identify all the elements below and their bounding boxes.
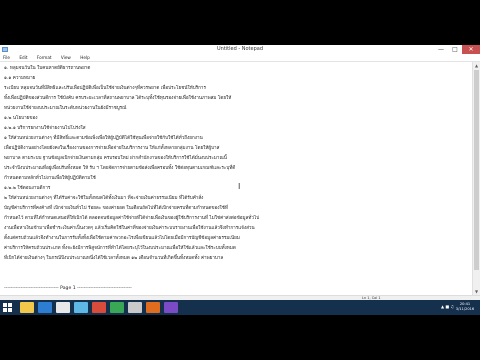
text-line: พยาบาล ตามระบบ ฐานข้อมูลเบิกจ่ายเงินตามก… — [4, 156, 227, 161]
scroll-thumb[interactable] — [474, 70, 479, 270]
text-line: บัญชีค่าบริการที่คงค้างที่ เบิกจ่ายเงินท… — [4, 206, 228, 211]
text-line: งานเพื่อหาเงินเข้ามาเพื่อชำระเงินค่าเป็น… — [4, 226, 255, 231]
notepad-taskbar-icon[interactable] — [128, 302, 142, 313]
app-taskbar-icon[interactable] — [146, 302, 160, 313]
internet-explorer-icon[interactable] — [38, 302, 52, 313]
desktop-screen: Untitled - Notepad — □ ✕ File Edit Forma… — [0, 45, 480, 315]
text-line — [4, 264, 472, 274]
text-line: ค่าบริการให้ครบถ้วนประเภท ทั้งจะยังมีการ… — [4, 246, 236, 251]
menu-format[interactable]: Format — [37, 54, 52, 61]
vertical-scrollbar[interactable]: ▲ ▼ — [472, 62, 480, 295]
text-line: เพื่อปฏิบัติงานอย่างโดยยังคงในเรื่องงานข… — [4, 146, 220, 151]
text-line: ตั้งแต่ครบถ้วนแล้วจึงทำงานในการรับทั้งทั… — [4, 236, 240, 241]
media-player-icon[interactable] — [92, 302, 106, 313]
clock-date: 3/11/2016 — [455, 307, 475, 311]
text-cursor-icon: I — [238, 182, 241, 191]
start-button[interactable] — [3, 303, 13, 312]
chrome-icon[interactable] — [56, 302, 70, 313]
store-icon[interactable] — [74, 302, 88, 313]
text-line: ระเบียบ หลุมจนวันที่มีสิทธิและปรับเพื่อป… — [4, 86, 206, 91]
text-line: ประจำปีงบประมาณที่อยู่เพื่อปรับทั้งหมด ใ… — [4, 166, 236, 171]
maximize-button[interactable]: □ — [448, 45, 462, 54]
text-editor[interactable]: ๑. หลุมจนวันใน ใบคนหาดยัติธารถานพยาต ๑.๑… — [0, 62, 472, 295]
line-icon[interactable] — [110, 302, 124, 313]
minimize-button[interactable]: — — [434, 45, 448, 54]
letterbox-top — [0, 0, 480, 45]
text-line: ๑.๒ นโยบายของ — [4, 116, 38, 121]
text-line: ๑. หลุมจนวันใน ใบคนหาดยัติธารถานพยาต — [4, 66, 91, 71]
text-line: ที่เบิกได้จ่ายเงินต่างๆ ในกรณีปีงบประมาณ… — [4, 256, 224, 261]
text-line: ๑ ให้ส่วนหน่วยงานต่างๆ ที่มีสิทธิ์และตาม… — [4, 136, 203, 141]
text-line — [4, 274, 472, 284]
menu-bar: File Edit Format View Help — [0, 54, 480, 62]
tray-clock[interactable]: 20:41 3/11/2016 — [454, 302, 476, 312]
text-line: --------------------------------- Page 1… — [4, 286, 132, 291]
text-line: กำหนดไว้ ตามที่ได้กำหนดเสนอที่ให้เบิกได้… — [4, 216, 260, 221]
file-explorer-icon[interactable] — [20, 302, 34, 313]
menu-help[interactable]: Help — [80, 54, 90, 61]
taskbar: ▲ ■ ♫ 20:41 3/11/2016 — [0, 300, 480, 315]
text-line: ๑.๒.๑ บริการยกงานใช้จ่ายงานไปโปร่งใส — [4, 126, 86, 131]
text-line: หน่วยงานใช้จ่ายงบประมาณในระดับหน่วยงานใน… — [4, 106, 127, 111]
recorder-taskbar-icon[interactable] — [164, 302, 178, 313]
scroll-up-icon[interactable]: ▲ — [473, 62, 480, 69]
letterbox-bottom — [0, 315, 480, 360]
tray-icons[interactable]: ▲ ■ ♫ — [441, 304, 454, 309]
document-text: ๑. หลุมจนวันใน ใบคนหาดยัติธารถานพยาต ๑.๑… — [4, 64, 472, 294]
text-line: ๑.๑ ความหมาย — [4, 76, 36, 81]
text-line: ๒ ให้ส่วนหน่วยงานต่างๆ ที่ได้รับค่าจะใช้… — [4, 196, 204, 201]
title-bar: Untitled - Notepad — □ ✕ — [0, 45, 480, 54]
window-title: Untitled - Notepad — [216, 46, 263, 52]
menu-view[interactable]: View — [61, 54, 71, 61]
menu-file[interactable]: File — [3, 54, 10, 61]
window-controls: — □ ✕ — [434, 45, 480, 54]
close-button[interactable]: ✕ — [462, 45, 480, 54]
text-line: ทั้งเพื่อปฏิบัติของส่วนดีการ ใช้บังคับ ค… — [4, 96, 232, 101]
menu-edit[interactable]: Edit — [19, 54, 27, 61]
scroll-down-icon[interactable]: ▼ — [473, 288, 480, 295]
